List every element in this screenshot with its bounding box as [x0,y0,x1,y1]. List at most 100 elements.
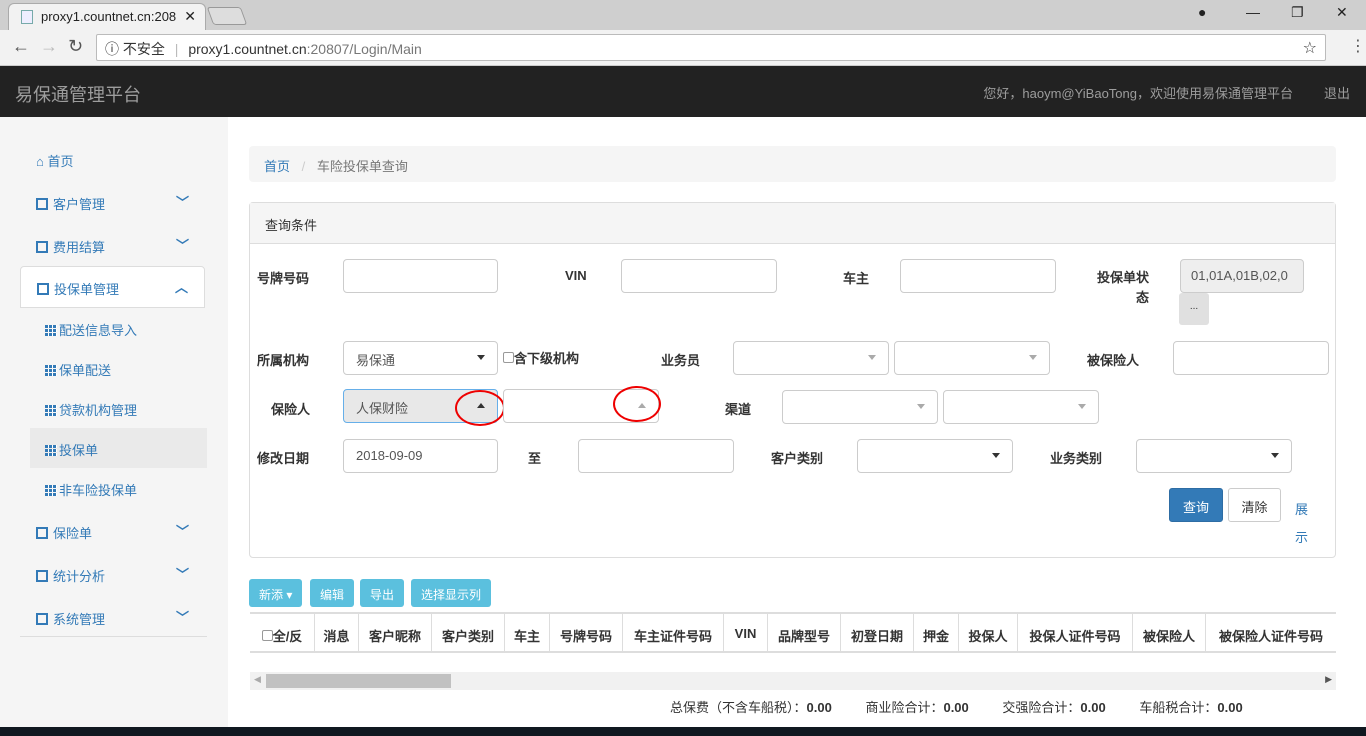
maximize-icon[interactable]: ❐ [1291,4,1304,21]
select-all-checkbox[interactable] [261,630,273,641]
annotation-circle [455,390,505,426]
scroll-right-icon[interactable]: ▶ [1325,674,1332,685]
grid-icon [45,404,57,416]
column-header[interactable]: 品牌型号 [768,614,841,651]
plate-input[interactable] [343,259,498,293]
new-tab-button[interactable] [206,7,248,25]
list-icon [36,613,48,625]
org-label: 所属机构 [257,353,310,368]
column-header[interactable]: VIN [724,614,768,651]
top-navbar: 易保通管理平台 您好，haoym@YiBaoTong，欢迎使用易保通管理平台 退… [0,66,1366,117]
date-from-input[interactable]: 2018-09-09 [343,439,498,473]
org-select[interactable]: 易保通 [343,341,498,375]
sidebar-item-label: 统计分析 [53,569,106,584]
channel-select-1[interactable] [782,390,938,424]
search-button[interactable]: 查询 [1169,488,1223,522]
column-header[interactable]: 号牌号码 [550,614,623,651]
url-input[interactable]: ⓘ 不安全 | proxy1.countnet.cn:20807/Login/M… [96,34,1326,61]
profile-icon[interactable]: ● [1198,4,1206,20]
reload-icon[interactable]: ↻ [68,36,83,57]
biz-type-select[interactable] [1136,439,1292,473]
export-button[interactable]: 导出 [360,579,405,607]
divider [20,636,207,637]
sidebar-item-policies[interactable]: 保险单 ﹀ [20,511,205,553]
commercial-value: 0.00 [943,700,969,715]
insured-input[interactable] [1173,341,1329,375]
url-host: proxy1.countnet.cn [188,41,307,57]
forward-icon[interactable]: → [40,36,58,57]
column-header[interactable]: 被保险人 [1133,614,1206,651]
column-header[interactable]: 车主证件号码 [623,614,724,651]
biz-type-label: 业务类别 [1050,451,1103,466]
breadcrumb: 首页 / 车险投保单查询 [249,146,1336,182]
vin-input[interactable] [621,259,777,293]
status-picker-button[interactable]: ... [1179,293,1209,325]
column-header[interactable]: 押金 [914,614,959,651]
chevron-down-icon: ﹀ [175,238,189,253]
brand[interactable]: 易保通管理平台 [15,81,141,107]
horizontal-scrollbar[interactable]: ◀ ▶ [250,672,1336,690]
minimize-icon[interactable]: — [1246,4,1260,20]
sidebar-item-proposals[interactable]: 投保单管理 ︿ [20,266,205,308]
clear-button[interactable]: 清除 [1228,488,1281,522]
logout-link[interactable]: 退出 [1324,83,1350,102]
sidebar-sub-policy-delivery[interactable]: 保单配送 [30,348,207,388]
grid-icon [45,444,57,456]
owner-input[interactable] [900,259,1056,293]
date-to-input[interactable] [578,439,734,473]
totals-bar: 总保费（不含车船税）：0.00 商业险合计：0.00 交强险合计：0.00 车船… [670,697,1243,716]
edit-button[interactable]: 编辑 [310,579,355,607]
sidebar-item-label: 客户管理 [53,197,106,212]
star-icon[interactable]: ☆ [1303,38,1317,58]
sidebar-sub-delivery-import[interactable]: 配送信息导入 [30,308,207,348]
column-header[interactable]: 初登日期 [841,614,914,651]
status-input[interactable]: 01,01A,01B,02,0 [1180,259,1304,293]
status-label: 投保单状态 [1096,270,1149,305]
browser-tab-bar: proxy1.countnet.cn:208 ✕ ● — ❐ ✕ [0,0,1366,30]
panel-title: 查询条件 [250,203,1335,244]
column-header[interactable]: 客户昵称 [359,614,432,651]
chevron-down-icon: ﹀ [175,195,189,210]
expand-link[interactable]: 展示 [1295,496,1309,552]
close-tab-icon[interactable]: ✕ [184,8,196,25]
cust-type-select[interactable] [857,439,1013,473]
column-header[interactable]: 投保人证件号码 [1018,614,1133,651]
column-header[interactable]: 消息 [315,614,359,651]
salesman-select-1[interactable] [733,341,889,375]
column-header[interactable]: 被保险人证件号码 [1206,614,1336,651]
sidebar-item-home[interactable]: ⌂ 首页 [20,139,205,181]
sidebar-sub-noncar-proposal[interactable]: 非车险投保单 [30,468,207,508]
column-header[interactable]: 投保人 [959,614,1018,651]
choose-columns-button[interactable]: 选择显示列 [411,579,492,607]
scroll-left-icon[interactable]: ◀ [254,674,261,685]
sub-org-checkbox[interactable] [503,352,514,363]
date-label: 修改日期 [257,451,310,466]
insurer-value: 人保财险 [356,401,409,416]
column-header[interactable]: 车主 [505,614,550,651]
add-button[interactable]: 新添 ▾ [249,579,303,607]
list-icon [36,241,48,253]
close-window-icon[interactable]: ✕ [1336,4,1348,21]
menu-icon[interactable]: ⋮ [1350,36,1366,56]
sidebar-sub-loan-org[interactable]: 贷款机构管理 [30,388,207,428]
sidebar-item-label: 投保单管理 [54,282,120,297]
sidebar-sub-proposal[interactable]: 投保单 [30,428,207,468]
sidebar-item-customers[interactable]: 客户管理 ﹀ [20,182,205,224]
column-header[interactable]: 客户类别 [432,614,505,651]
sidebar-item-system[interactable]: 系统管理 ﹀ [20,597,205,639]
sidebar-item-label: 保单配送 [59,363,112,378]
scrollbar-thumb[interactable] [266,674,451,688]
salesman-select-2[interactable] [894,341,1050,375]
browser-tab[interactable]: proxy1.countnet.cn:208 ✕ [8,3,206,30]
sub-org-checkbox-label[interactable]: 含下级机构 [503,348,579,367]
list-icon [37,283,49,295]
info-icon[interactable]: ⓘ [105,41,119,57]
column-select-all[interactable]: 全/反 [250,614,315,651]
chevron-up-icon: ︿ [174,280,188,295]
sidebar-item-stats[interactable]: 统计分析 ﹀ [20,554,205,596]
breadcrumb-home[interactable]: 首页 [264,159,290,174]
back-icon[interactable]: ← [12,36,30,57]
sidebar-item-fees[interactable]: 费用结算 ﹀ [20,225,205,267]
channel-select-2[interactable] [943,390,1099,424]
channel-label: 渠道 [725,402,752,417]
